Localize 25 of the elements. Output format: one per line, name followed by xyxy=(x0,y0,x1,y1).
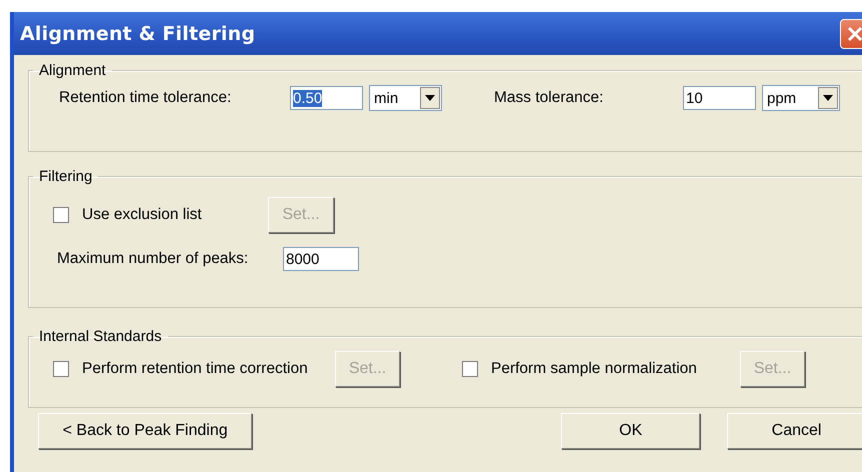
close-icon xyxy=(847,26,862,42)
unit-dropdown[interactable]: min xyxy=(369,85,442,111)
field-label: Mass tolerance: xyxy=(494,89,604,107)
field-label: Retention time tolerance: xyxy=(59,89,232,107)
checkbox[interactable] xyxy=(53,361,69,377)
field-label: Maximum number of peaks: xyxy=(57,250,250,268)
window-title: Alignment & Filtering xyxy=(20,22,256,44)
back-button[interactable]: < Back to Peak Finding xyxy=(38,413,252,449)
checkbox[interactable] xyxy=(53,207,69,223)
ok-button[interactable]: OK xyxy=(561,413,700,449)
input-field[interactable]: 8000 xyxy=(283,247,359,271)
checkbox-label: Perform retention time correction xyxy=(82,360,309,378)
input-field[interactable]: 10 xyxy=(683,86,756,110)
input-field[interactable]: 0.50 xyxy=(290,86,363,110)
group-title: Alignment xyxy=(38,62,107,79)
checkbox[interactable] xyxy=(462,361,478,377)
caret-icon xyxy=(425,95,435,101)
unit-dropdown[interactable]: ppm xyxy=(762,85,840,111)
cancel-button[interactable]: Cancel xyxy=(727,413,862,449)
group-title: Filtering xyxy=(38,168,94,185)
checkbox-label: Perform sample normalization xyxy=(491,360,698,378)
group-title: Internal Standards xyxy=(38,328,163,345)
close-button[interactable] xyxy=(840,18,862,48)
checkbox-label: Use exclusion list xyxy=(82,206,203,224)
caret-icon xyxy=(823,95,833,101)
